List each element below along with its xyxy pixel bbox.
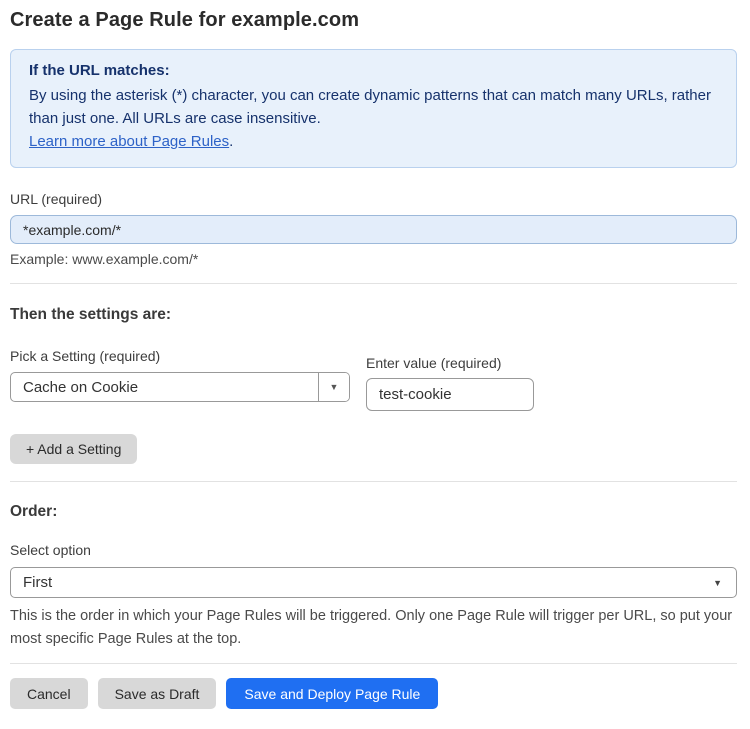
url-matches-callout: If the URL matches: By using the asteris… xyxy=(10,49,737,168)
learn-more-link[interactable]: Learn more about Page Rules xyxy=(29,133,229,150)
settings-heading: Then the settings are: xyxy=(10,306,172,323)
order-heading: Order: xyxy=(10,503,58,520)
settings-row: Pick a Setting (required) Cache on Cooki… xyxy=(10,348,737,411)
callout-link-row: Learn more about Page Rules. xyxy=(29,130,718,153)
cancel-button[interactable]: Cancel xyxy=(10,678,88,709)
divider xyxy=(10,663,737,664)
setting-value-input[interactable] xyxy=(366,378,534,411)
page-title: Create a Page Rule for example.com xyxy=(10,9,360,31)
order-help-text: This is the order in which your Page Rul… xyxy=(10,608,733,647)
add-setting-button[interactable]: + Add a Setting xyxy=(10,434,138,464)
callout-heading: If the URL matches: xyxy=(29,62,170,79)
save-deploy-button[interactable]: Save and Deploy Page Rule xyxy=(226,678,439,709)
url-field-label: URL (required) xyxy=(10,191,103,207)
divider xyxy=(10,481,737,482)
setting-value-group: Enter value (required) xyxy=(366,355,534,411)
setting-dropdown[interactable]: Cache on Cookie ▼ xyxy=(10,372,350,402)
url-example-text: Example: www.example.com/* xyxy=(10,251,199,267)
divider xyxy=(10,283,737,284)
order-select-label: Select option xyxy=(10,542,91,558)
page-rule-form: Create a Page Rule for example.com If th… xyxy=(0,0,750,729)
callout-body: By using the asterisk (*) character, you… xyxy=(29,87,711,127)
footer-actions: Cancel Save as Draft Save and Deploy Pag… xyxy=(10,678,737,709)
setting-picker-group: Pick a Setting (required) Cache on Cooki… xyxy=(10,348,350,411)
setting-picker-label: Pick a Setting (required) xyxy=(10,348,161,364)
link-suffix: . xyxy=(229,133,234,150)
setting-value-label: Enter value (required) xyxy=(366,355,502,371)
order-select[interactable]: First ▼ xyxy=(10,567,737,598)
order-select-value: First xyxy=(23,574,53,591)
select-arrow-icon: ▼ xyxy=(713,577,722,588)
save-draft-button[interactable]: Save as Draft xyxy=(97,678,217,709)
url-input[interactable] xyxy=(10,215,737,244)
dropdown-arrow-icon[interactable]: ▼ xyxy=(318,373,349,401)
setting-dropdown-value: Cache on Cookie xyxy=(23,378,139,396)
